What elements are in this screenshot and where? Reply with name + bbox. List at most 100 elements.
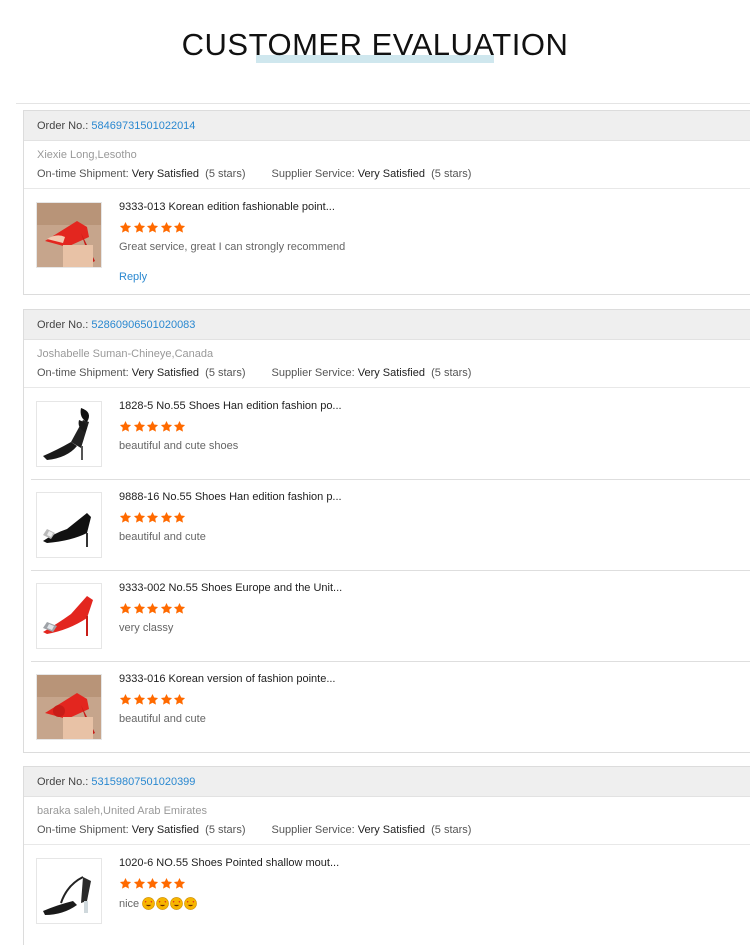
star-icon xyxy=(173,420,187,438)
product-title[interactable]: 1828-5 No.55 Shoes Han edition fashion p… xyxy=(119,400,342,412)
review-item: 9333-002 No.55 Shoes Europe and the Unit… xyxy=(24,570,750,661)
star-icon xyxy=(133,693,147,711)
star-icon xyxy=(146,511,160,529)
star-icon xyxy=(146,602,160,620)
buyer-name: Joshabelle Suman-Chineye,Canada xyxy=(37,348,214,360)
star-icon xyxy=(160,602,174,620)
reply-link[interactable]: Reply xyxy=(119,271,147,283)
star-icon xyxy=(146,877,160,895)
order-no-label: Order No.: xyxy=(37,776,89,788)
order-number-link[interactable]: 58469731501022014 xyxy=(91,120,195,132)
star-rating xyxy=(119,420,187,434)
product-thumbnail[interactable] xyxy=(36,202,102,268)
star-icon xyxy=(119,877,133,895)
supplier-label: Supplier Service: xyxy=(271,367,355,379)
star-icon xyxy=(119,602,133,620)
star-icon xyxy=(173,693,187,711)
order-header: Order No.: 53159807501020399 xyxy=(24,767,750,797)
review-text-body: nice xyxy=(119,898,140,910)
product-thumbnail[interactable] xyxy=(36,401,102,467)
shipment-ratings: On-time Shipment: Very Satisfied (5 star… xyxy=(24,167,750,181)
ontime-value: Very Satisfied xyxy=(131,367,200,379)
star-icon xyxy=(119,221,133,239)
review-text: beautiful and cute xyxy=(119,531,206,543)
review-item: 9333-013 Korean edition fashionable poin… xyxy=(24,189,750,289)
star-icon xyxy=(119,511,133,529)
star-icon xyxy=(119,420,133,438)
shipment-ratings: On-time Shipment: Very Satisfied (5 star… xyxy=(24,366,750,380)
review-item: 9888-16 No.55 Shoes Han edition fashion … xyxy=(24,479,750,570)
order-card: Order No.: 58469731501022014 Xiexie Long… xyxy=(23,110,750,295)
buyer-name: baraka saleh,United Arab Emirates xyxy=(37,805,207,817)
star-icon xyxy=(133,420,147,438)
star-rating xyxy=(119,602,187,616)
order-card: Order No.: 53159807501020399 baraka sale… xyxy=(23,766,750,945)
order-no-label: Order No.: xyxy=(37,319,89,331)
star-icon xyxy=(173,877,187,895)
product-title[interactable]: 9888-16 No.55 Shoes Han edition fashion … xyxy=(119,491,342,503)
star-icon xyxy=(146,221,160,239)
supplier-stars: (5 stars) xyxy=(431,367,472,379)
star-rating xyxy=(119,693,187,707)
review-text: Great service, great I can strongly reco… xyxy=(119,241,346,253)
product-thumbnail[interactable] xyxy=(36,858,102,924)
review-text: beautiful and cute xyxy=(119,713,206,725)
emoji-row xyxy=(142,897,198,910)
supplier-value: Very Satisfied xyxy=(357,824,425,836)
product-title[interactable]: 9333-002 No.55 Shoes Europe and the Unit… xyxy=(119,582,342,594)
product-thumbnail[interactable] xyxy=(36,583,102,649)
supplier-label: Supplier Service: xyxy=(271,824,355,836)
product-title[interactable]: 9333-013 Korean edition fashionable poin… xyxy=(119,201,335,213)
buyer-name: Xiexie Long,Lesotho xyxy=(37,149,137,161)
supplier-value: Very Satisfied xyxy=(357,367,425,379)
star-icon xyxy=(160,420,174,438)
ontime-label: On-time Shipment: xyxy=(37,168,129,180)
review-item: 9333-016 Korean version of fashion point… xyxy=(24,661,750,752)
product-title[interactable]: 1020-6 NO.55 Shoes Pointed shallow mout.… xyxy=(119,857,339,869)
product-thumbnail[interactable] xyxy=(36,492,102,558)
order-card: Order No.: 52860906501020083 Joshabelle … xyxy=(23,309,750,753)
page-header: CUSTOMER EVALUATION xyxy=(0,0,750,100)
heart-eyes-emoji xyxy=(156,897,170,910)
star-icon xyxy=(173,602,187,620)
heart-eyes-emoji xyxy=(170,897,184,910)
ontime-stars: (5 stars) xyxy=(205,367,246,379)
supplier-stars: (5 stars) xyxy=(431,824,472,836)
review-text: nice xyxy=(119,897,198,910)
ontime-value: Very Satisfied xyxy=(131,168,200,180)
review-text: very classy xyxy=(119,622,174,634)
star-rating xyxy=(119,877,187,891)
star-icon xyxy=(119,693,133,711)
ontime-label: On-time Shipment: xyxy=(37,824,129,836)
star-rating xyxy=(119,221,187,235)
order-number-link[interactable]: 53159807501020399 xyxy=(91,776,195,788)
supplier-stars: (5 stars) xyxy=(431,168,472,180)
divider xyxy=(16,103,750,104)
order-header: Order No.: 52860906501020083 xyxy=(24,310,750,340)
star-icon xyxy=(146,693,160,711)
star-icon xyxy=(133,602,147,620)
order-header: Order No.: 58469731501022014 xyxy=(24,111,750,141)
star-icon xyxy=(160,221,174,239)
review-item: 1020-6 NO.55 Shoes Pointed shallow mout.… xyxy=(24,845,750,936)
order-no-label: Order No.: xyxy=(37,120,89,132)
order-number-link[interactable]: 52860906501020083 xyxy=(91,319,195,331)
supplier-value: Very Satisfied xyxy=(357,168,425,180)
star-icon xyxy=(133,511,147,529)
ontime-stars: (5 stars) xyxy=(205,824,246,836)
product-thumbnail[interactable] xyxy=(36,674,102,740)
product-title[interactable]: 9333-016 Korean version of fashion point… xyxy=(119,673,335,685)
ontime-label: On-time Shipment: xyxy=(37,367,129,379)
star-icon xyxy=(133,877,147,895)
star-icon xyxy=(160,877,174,895)
ontime-stars: (5 stars) xyxy=(205,168,246,180)
shipment-ratings: On-time Shipment: Very Satisfied (5 star… xyxy=(24,823,750,837)
star-icon xyxy=(146,420,160,438)
page-title: CUSTOMER EVALUATION xyxy=(181,27,569,62)
star-rating xyxy=(119,511,187,525)
star-icon xyxy=(173,221,187,239)
star-icon xyxy=(160,511,174,529)
review-text: beautiful and cute shoes xyxy=(119,440,239,452)
star-icon xyxy=(160,693,174,711)
star-icon xyxy=(133,221,147,239)
